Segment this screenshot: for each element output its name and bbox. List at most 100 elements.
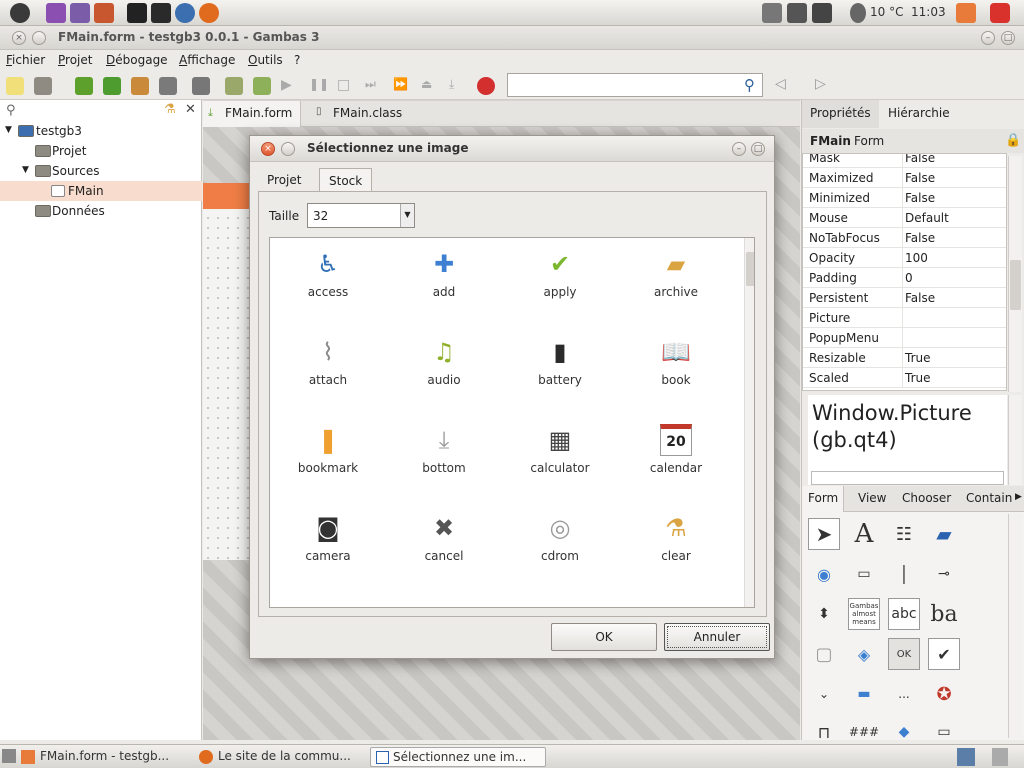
maximize-window-button[interactable]: □	[1001, 31, 1015, 45]
icon-cell-add[interactable]: ✚ add	[386, 238, 502, 326]
property-value[interactable]: False	[905, 154, 935, 165]
search-icon[interactable]: ⚲	[744, 76, 755, 94]
clear-filter-icon[interactable]: ⚗	[164, 102, 176, 117]
image-tool-icon[interactable]: ◈	[848, 638, 880, 670]
menu-projet[interactable]: Projet	[58, 53, 92, 67]
icon-cell-bottom[interactable]: ⤓ bottom	[386, 414, 502, 502]
next-icon[interactable]: ▷	[815, 76, 826, 92]
edit-icon[interactable]	[131, 77, 149, 95]
dialog-close-button[interactable]: ×	[261, 142, 275, 156]
trace-icon[interactable]: ⤓	[449, 77, 467, 95]
icon-cell-apply[interactable]: ✔ apply	[502, 238, 618, 326]
collapse-icon[interactable]: ▼	[5, 125, 12, 135]
icon-cell-cdrom[interactable]: ◎ cdrom	[502, 502, 618, 590]
open-project-icon[interactable]	[34, 77, 52, 95]
panel-tool-icon[interactable]: ▢	[808, 638, 840, 670]
icon-cell-bookmark[interactable]: ❚ bookmark	[270, 414, 386, 502]
step-over-icon[interactable]: ⏭	[365, 77, 383, 95]
property-row[interactable]: NoTabFocus False	[803, 228, 1006, 248]
tab-form[interactable]: Form	[802, 486, 845, 512]
eject-icon[interactable]: ⏏	[421, 77, 439, 95]
ubuntu-logo-icon[interactable]	[10, 3, 30, 23]
icon-cell-audio[interactable]: ♫ audio	[386, 326, 502, 414]
minimize-window-button[interactable]: –	[981, 31, 995, 45]
chevron-down-icon[interactable]: ▼	[400, 204, 414, 227]
icon-cell-battery[interactable]: ▮ battery	[502, 326, 618, 414]
pointer-tool-icon[interactable]: ➤	[808, 518, 840, 550]
property-row[interactable]: Minimized False	[803, 188, 1006, 208]
icon-cell-calculator[interactable]: ▦ calculator	[502, 414, 618, 502]
icon-cell-attach[interactable]: ⌇ attach	[270, 326, 386, 414]
tab-projet[interactable]: Projet	[258, 168, 310, 192]
icon-cell-clear[interactable]: ⚗ clear	[618, 502, 734, 590]
property-scrollbar[interactable]	[1008, 156, 1022, 392]
system-monitor-icon[interactable]	[151, 3, 171, 23]
radio-tool-icon[interactable]: ◉	[808, 558, 840, 590]
tree-item-root[interactable]: ▼ testgb3	[0, 121, 202, 141]
tab-fmain-form[interactable]: ⤓ FMain.form	[203, 101, 302, 127]
home-folder-icon[interactable]	[94, 3, 114, 23]
close-filter-icon[interactable]: ✕	[185, 102, 196, 117]
property-row[interactable]: Mask False	[803, 154, 1006, 168]
tree-item-fmain[interactable]: FMain	[0, 181, 202, 201]
volume-icon[interactable]	[787, 3, 807, 23]
tree-item-projet[interactable]: Projet	[0, 141, 202, 161]
tab-chooser[interactable]: Chooser	[896, 486, 956, 512]
property-value[interactable]: False	[905, 291, 935, 305]
checkbox-tool[interactable]: ✔	[928, 638, 960, 670]
menu-debogage[interactable]: Débogage	[106, 53, 168, 67]
forward-icon[interactable]: ⏩	[393, 77, 411, 95]
back-icon[interactable]: ◁	[775, 76, 786, 92]
property-row[interactable]: Maximized False	[803, 168, 1006, 188]
make-icon[interactable]	[75, 77, 93, 95]
property-row[interactable]: PopupMenu	[803, 328, 1006, 348]
debug-icon[interactable]	[225, 77, 243, 95]
tools-icon[interactable]	[159, 77, 177, 95]
property-value[interactable]: False	[905, 191, 935, 205]
compile-icon[interactable]	[103, 77, 121, 95]
cancel-button[interactable]: Annuler	[664, 623, 770, 651]
property-value[interactable]: True	[905, 351, 931, 365]
stop-icon[interactable]: □	[337, 77, 355, 95]
textlabel-tool-icon[interactable]: ba	[928, 598, 960, 630]
label-tool[interactable]: A	[848, 518, 880, 550]
scrollbar-tool-icon[interactable]: ▭	[848, 558, 880, 590]
menu-affichage[interactable]: Affichage	[179, 53, 235, 67]
scrollbar-thumb[interactable]	[1010, 260, 1021, 310]
form-selection-handle[interactable]	[203, 183, 251, 209]
picture-tool-icon[interactable]: ▰	[928, 518, 960, 550]
separator-tool-icon[interactable]: │	[888, 558, 920, 590]
size-combobox[interactable]: 32 ▼	[307, 203, 415, 228]
property-row[interactable]: Scaled True	[803, 368, 1006, 388]
search-input[interactable]	[507, 73, 763, 97]
color-tool-icon[interactable]: ✪	[928, 678, 960, 710]
dialog-maximize-button[interactable]: □	[751, 142, 765, 156]
network-icon[interactable]	[812, 3, 832, 23]
property-value[interactable]: Default	[905, 211, 949, 225]
task-gambas[interactable]: FMain.form - testgb...	[18, 747, 175, 767]
property-value[interactable]: True	[905, 371, 931, 385]
property-value[interactable]: False	[905, 171, 935, 185]
power-icon[interactable]	[990, 3, 1010, 23]
property-row[interactable]: Picture	[803, 308, 1006, 328]
property-row[interactable]: Resizable True	[803, 348, 1006, 368]
property-value[interactable]: 0	[905, 271, 913, 285]
help-scrollbar[interactable]	[1008, 395, 1022, 485]
step-icon[interactable]	[253, 77, 271, 95]
tab-proprietes[interactable]: Propriétés	[802, 100, 879, 128]
menu-outils[interactable]: Outils	[248, 53, 283, 67]
listview-tool-icon[interactable]: ☷	[888, 518, 920, 550]
chromium-icon[interactable]	[175, 3, 195, 23]
pause-icon[interactable]: ❚❚	[309, 77, 329, 95]
workspace-switcher-icon[interactable]	[957, 748, 975, 766]
firefox-icon[interactable]	[199, 3, 219, 23]
new-project-icon[interactable]	[6, 77, 24, 95]
progress-tool-icon[interactable]: ▬	[848, 678, 880, 710]
textarea-tool[interactable]: Gambas almost means	[848, 598, 880, 630]
tree-item-donnees[interactable]: Données	[0, 201, 202, 221]
button-tool[interactable]: OK	[888, 638, 920, 670]
user-icon[interactable]	[956, 3, 976, 23]
terminal-icon[interactable]	[127, 3, 147, 23]
toolbox-scrollbar[interactable]	[1008, 514, 1022, 738]
icon-cell-calendar[interactable]: 20 calendar	[618, 414, 734, 502]
